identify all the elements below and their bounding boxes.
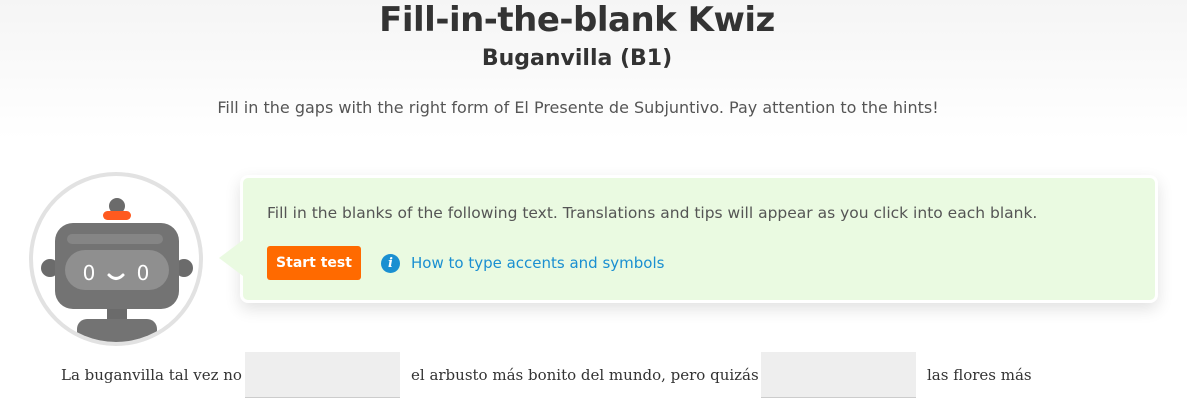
start-test-button[interactable]: Start test — [267, 246, 361, 280]
robot-icon: 0 0 — [41, 198, 193, 342]
bubble-tail-fill — [219, 240, 243, 276]
instructions-text: Fill in the gaps with the right form of … — [217, 98, 939, 117]
sentence-segment: La buganvilla tal vez no — [61, 366, 242, 384]
page-title: Fill-in-the-blank Kwiz — [379, 0, 775, 40]
sentence-segment: el arbusto más bonito del mundo, pero qu… — [411, 366, 759, 384]
page-subtitle: Buganvilla (B1) — [481, 46, 673, 71]
exercise-sentence: La buganvilla tal vez no el arbusto más … — [0, 352, 1187, 407]
info-icon: i — [381, 253, 400, 273]
blank-input-2[interactable] — [761, 352, 916, 398]
sentence-segment: las flores más — [927, 366, 1032, 384]
svg-text:0: 0 — [83, 261, 96, 285]
svg-text:0: 0 — [137, 261, 150, 285]
bubble-text: Fill in the blanks of the following text… — [267, 204, 1038, 222]
mascot-avatar: 0 0 — [29, 172, 203, 346]
blank-input-1[interactable] — [245, 352, 400, 398]
instruction-bubble: Fill in the blanks of the following text… — [240, 175, 1158, 303]
accents-help-label: How to type accents and symbols — [411, 254, 665, 272]
accents-help-link[interactable]: i How to type accents and symbols — [381, 252, 664, 274]
